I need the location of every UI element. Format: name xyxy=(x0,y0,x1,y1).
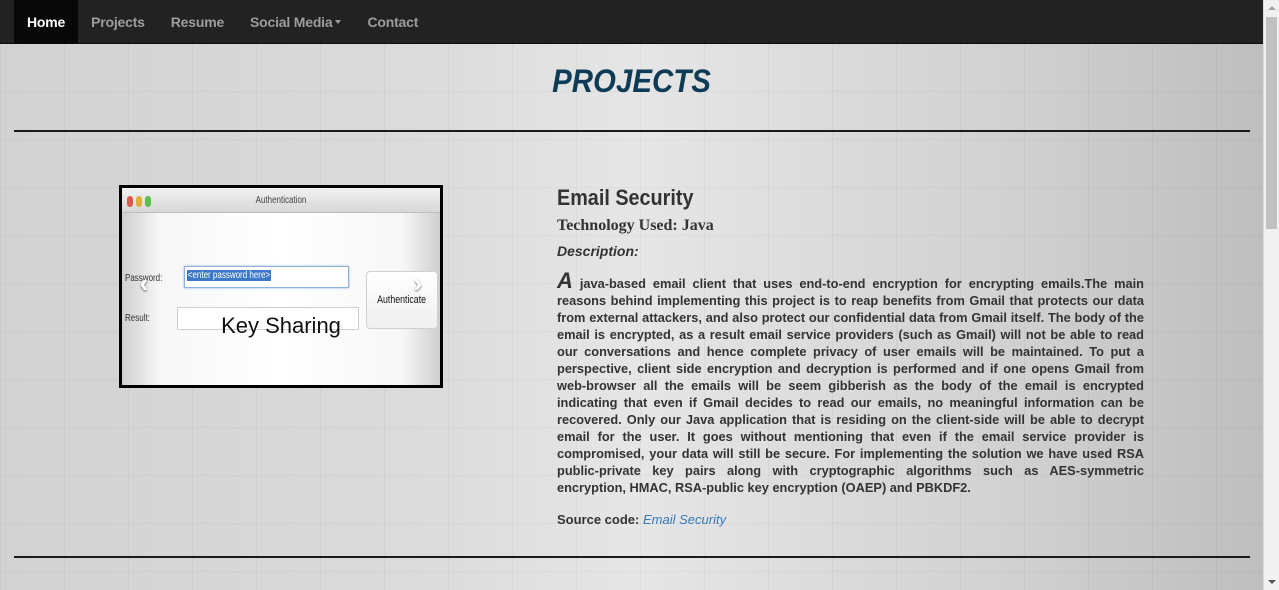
source-code-link[interactable]: Email Security xyxy=(643,512,726,527)
project-description: A java-based email client that uses end-… xyxy=(557,270,1144,496)
nav-item-social-media[interactable]: Social Media xyxy=(237,0,354,43)
nav-item-resume[interactable]: Resume xyxy=(158,0,237,43)
window-minimize-icon xyxy=(136,196,142,207)
carousel-indicators xyxy=(122,347,440,357)
chevron-left-icon: ‹ xyxy=(139,268,149,298)
window-close-icon xyxy=(127,196,133,207)
caret-down-icon xyxy=(335,19,342,24)
carousel-slide-image: Password: <enter password here> Result: … xyxy=(122,213,440,385)
divider-top xyxy=(14,130,1250,132)
nav-item-label: Projects xyxy=(91,13,145,30)
scroll-up-arrow-icon[interactable] xyxy=(1264,0,1279,16)
technology-used: Technology Used: Java xyxy=(557,217,714,234)
nav-item-label: Resume xyxy=(170,13,225,30)
nav-item-contact[interactable]: Contact xyxy=(354,0,431,43)
carousel-prev-button[interactable]: ‹ xyxy=(134,268,154,298)
project-carousel[interactable]: Authentication Password: <enter password… xyxy=(119,185,443,388)
carousel-next-button[interactable]: › xyxy=(408,268,428,298)
page-scrollbar[interactable] xyxy=(1263,0,1279,590)
screenshot-window-title: Authentication xyxy=(255,195,307,206)
project-title: Email Security xyxy=(557,185,694,210)
window-maximize-icon xyxy=(145,196,151,207)
navbar: Home Projects Resume Social Media Contac… xyxy=(0,0,1263,44)
nav-item-label: Home xyxy=(27,13,66,30)
screenshot-window-titlebar: Authentication xyxy=(122,188,440,213)
source-code-line: Source code: Email Security xyxy=(557,512,726,527)
password-field-image: <enter password here> xyxy=(184,266,349,288)
description-dropcap: A xyxy=(557,268,573,293)
password-value: <enter password here> xyxy=(187,270,271,281)
description-text: java-based email client that uses end-to… xyxy=(557,276,1144,495)
description-label: Description: xyxy=(557,243,639,259)
nav-item-projects[interactable]: Projects xyxy=(78,0,158,43)
page-title: PROJECTS xyxy=(552,63,711,99)
nav-item-label: Contact xyxy=(367,13,419,30)
scroll-down-arrow-icon[interactable] xyxy=(1264,574,1279,590)
source-code-label: Source code: xyxy=(557,512,640,527)
scrollbar-thumb[interactable] xyxy=(1266,17,1277,229)
carousel-indicator-2[interactable] xyxy=(278,348,286,356)
chevron-right-icon: › xyxy=(413,268,423,298)
divider-bottom xyxy=(14,556,1250,558)
carousel-caption: Key Sharing xyxy=(221,313,341,338)
nav-menu: Home Projects Resume Social Media Contac… xyxy=(14,0,431,43)
carousel-indicator-3[interactable] xyxy=(292,348,300,356)
nav-item-label: Social Media xyxy=(250,13,333,30)
nav-item-home[interactable]: Home xyxy=(14,0,79,43)
carousel-indicator-1[interactable] xyxy=(262,347,272,357)
